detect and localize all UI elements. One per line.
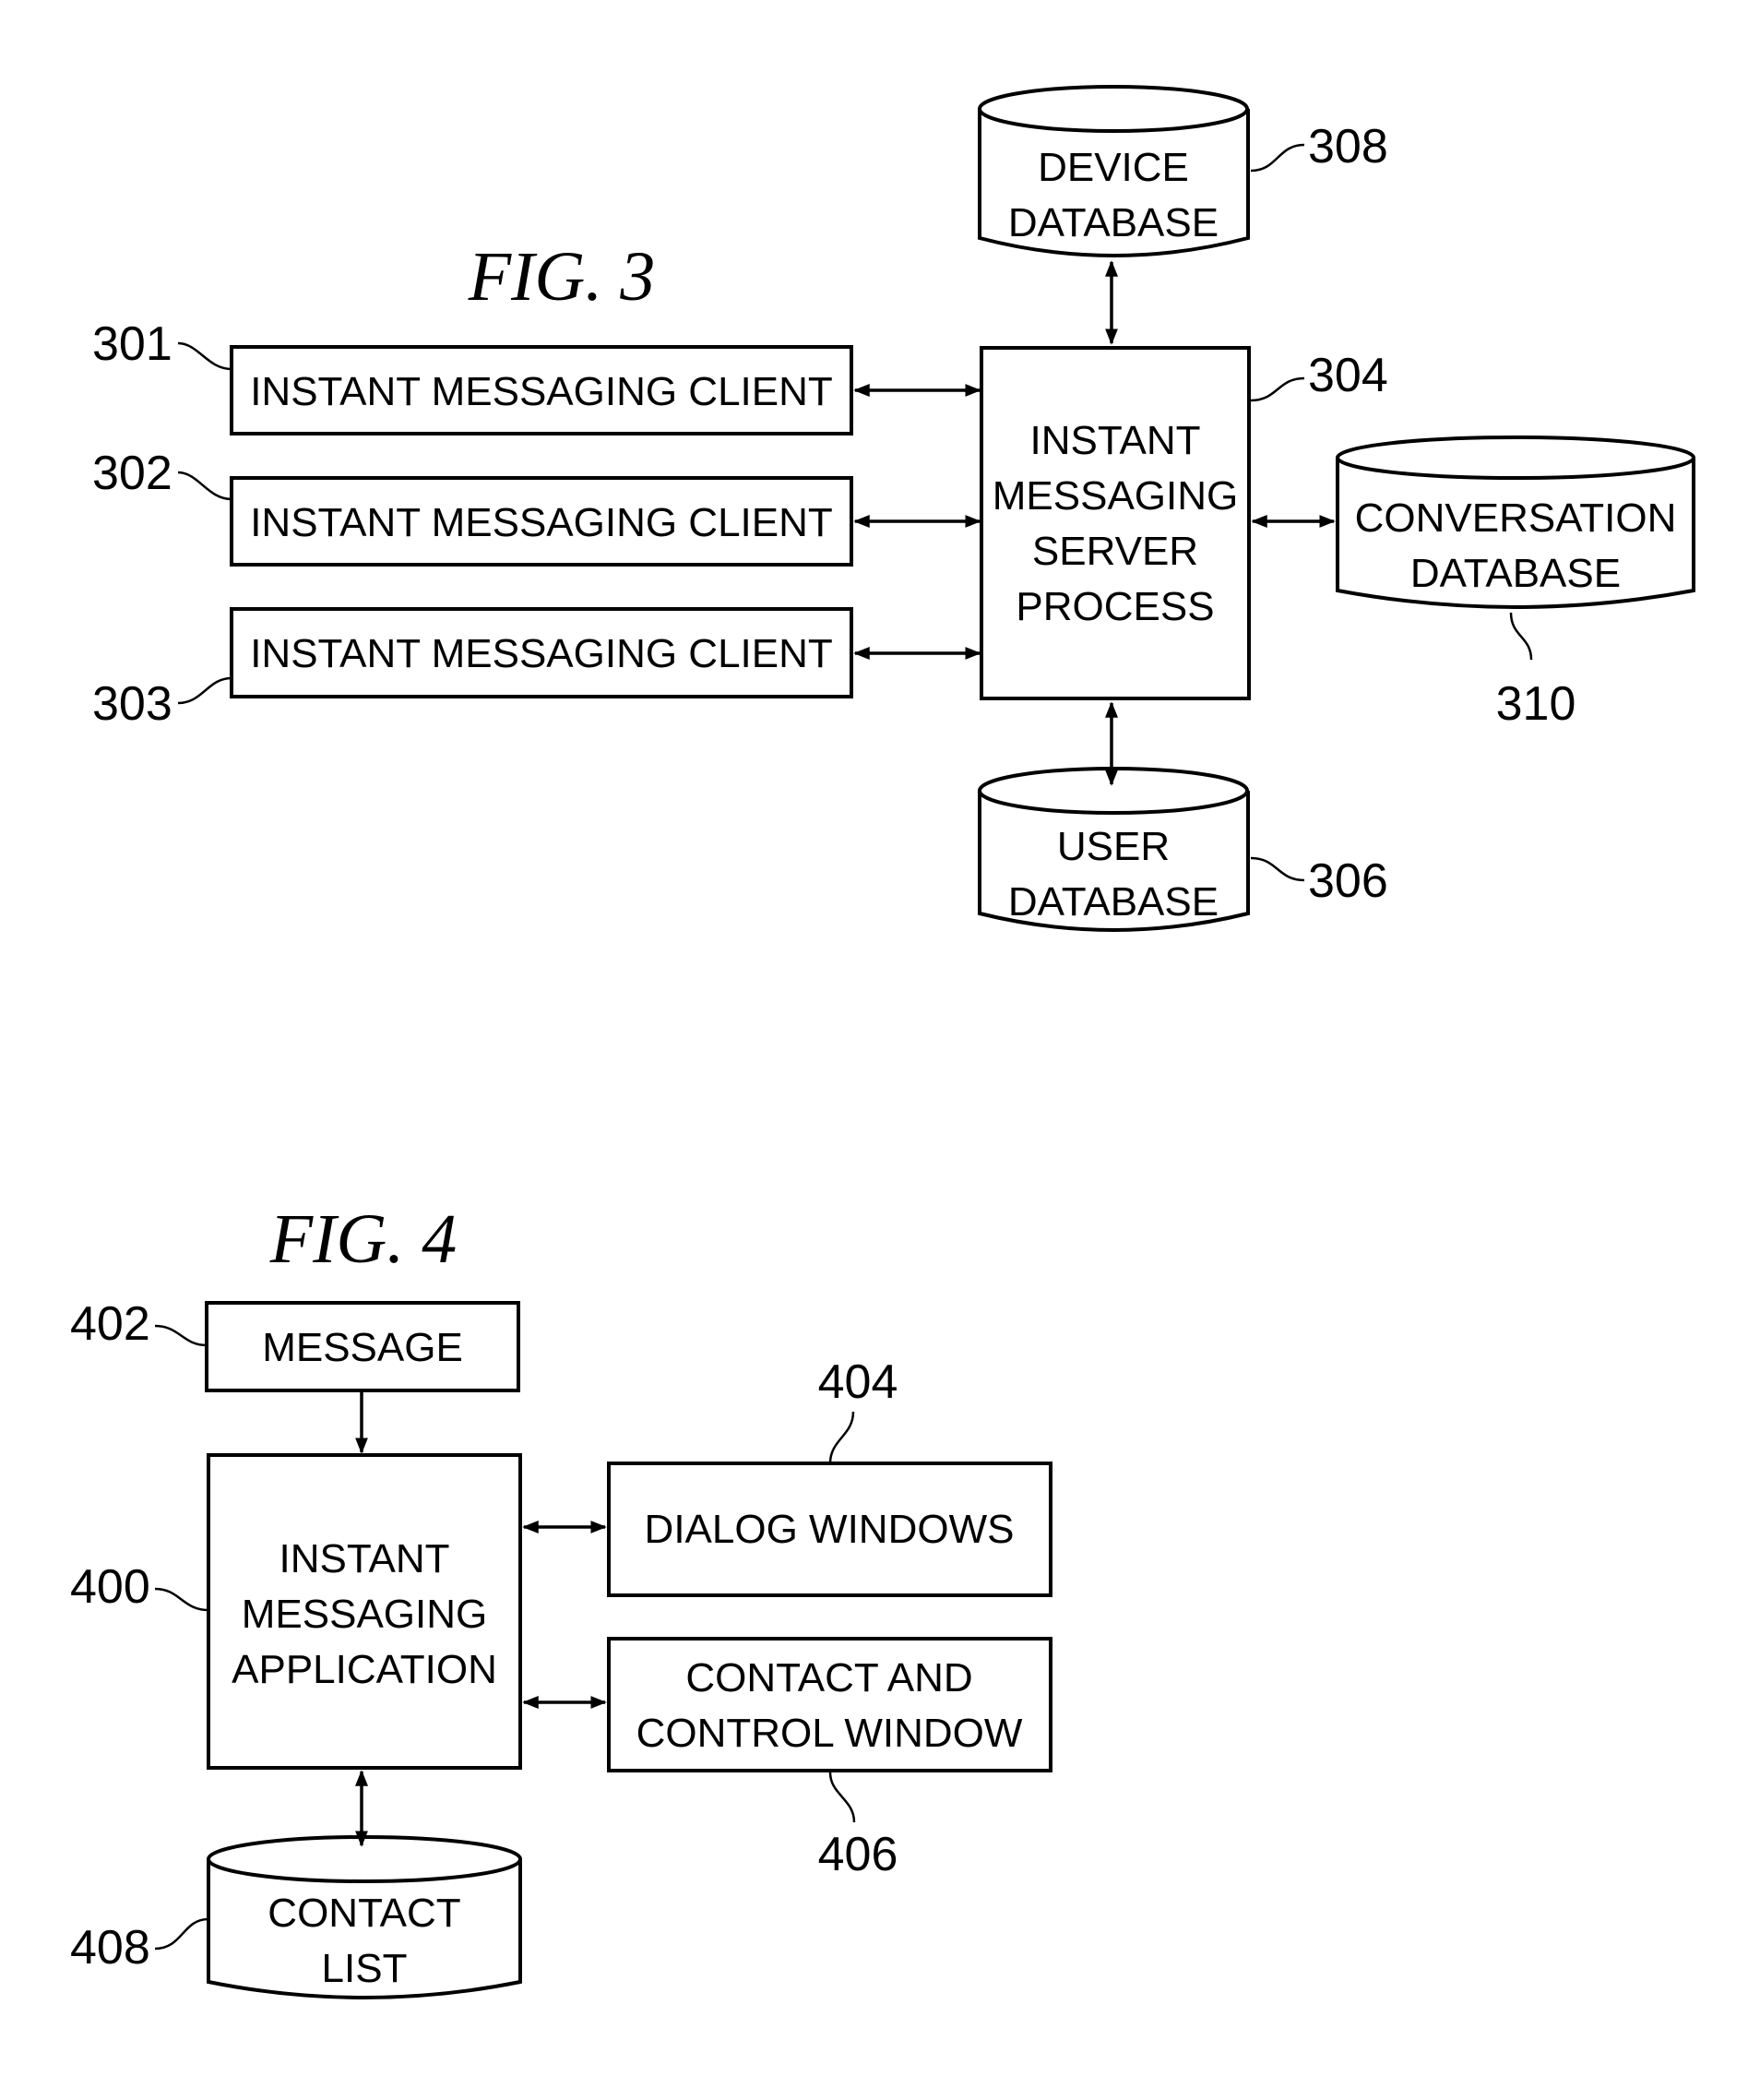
leader-302 <box>177 471 232 501</box>
dialog-windows-box: DIALOG WINDOWS <box>607 1462 1052 1597</box>
ref-302: 302 <box>92 447 172 500</box>
ref-408: 408 <box>70 1921 150 1975</box>
server-line-1: INSTANT <box>1030 418 1201 463</box>
ref-301: 301 <box>92 317 172 371</box>
conversation-db-line-2: DATABASE <box>1410 551 1621 596</box>
ref-406: 406 <box>818 1828 898 1881</box>
server-process-box: INSTANT MESSAGING SERVER PROCESS <box>980 346 1251 700</box>
client-box-301: INSTANT MESSAGING CLIENT <box>230 345 853 436</box>
contact-list-line-2: LIST <box>322 1946 408 1991</box>
device-database-cylinder: DEVICE DATABASE <box>978 85 1250 257</box>
leader-408 <box>154 1917 209 1951</box>
leader-304 <box>1250 376 1305 402</box>
client-label: INSTANT MESSAGING CLIENT <box>250 631 833 676</box>
contact-list-cylinder: CONTACT LIST <box>207 1835 522 1999</box>
ref-402: 402 <box>70 1297 150 1351</box>
leader-306 <box>1250 856 1305 882</box>
user-database-cylinder: USER DATABASE <box>978 767 1250 932</box>
fig3-title: FIG. 3 <box>468 238 656 316</box>
leader-406 <box>828 1772 856 1823</box>
client-box-302: INSTANT MESSAGING CLIENT <box>230 476 853 567</box>
contact-control-line-1: CONTACT AND <box>685 1655 972 1700</box>
contact-control-line-2: CONTROL WINDOW <box>636 1711 1023 1756</box>
device-db-line-2: DATABASE <box>1008 200 1219 245</box>
server-line-2: MESSAGING <box>993 473 1239 519</box>
dialog-label: DIALOG WINDOWS <box>645 1507 1015 1552</box>
server-line-3: SERVER <box>1032 529 1198 574</box>
contact-control-window-box: CONTACT AND CONTROL WINDOW <box>607 1637 1052 1772</box>
ref-308: 308 <box>1308 120 1388 173</box>
ref-404: 404 <box>818 1355 898 1409</box>
app-line-2: MESSAGING <box>242 1592 488 1637</box>
message-box: MESSAGE <box>205 1301 520 1392</box>
ref-310: 310 <box>1496 677 1576 731</box>
leader-310 <box>1509 612 1533 661</box>
user-db-line-1: USER <box>1057 824 1170 869</box>
app-line-1: INSTANT <box>279 1536 450 1581</box>
leader-303 <box>177 676 232 705</box>
user-db-line-2: DATABASE <box>1008 879 1219 925</box>
conversation-db-line-1: CONVERSATION <box>1355 495 1677 541</box>
ref-303: 303 <box>92 677 172 731</box>
app-line-3: APPLICATION <box>232 1647 497 1692</box>
client-label: INSTANT MESSAGING CLIENT <box>250 500 833 545</box>
leader-308 <box>1250 143 1305 173</box>
ref-306: 306 <box>1308 854 1388 908</box>
patent-figures: FIG. 3 INSTANT MESSAGING CLIENT INSTANT … <box>70 85 1695 1999</box>
client-label: INSTANT MESSAGING CLIENT <box>250 369 833 414</box>
ref-304: 304 <box>1308 349 1388 402</box>
device-db-line-1: DEVICE <box>1038 145 1189 190</box>
leader-404 <box>828 1411 855 1464</box>
client-box-303: INSTANT MESSAGING CLIENT <box>230 607 853 698</box>
leader-402 <box>154 1324 208 1347</box>
server-line-4: PROCESS <box>1016 584 1214 629</box>
fig4-title: FIG. 4 <box>269 1200 458 1278</box>
ref-400: 400 <box>70 1560 150 1614</box>
leader-301 <box>177 341 232 371</box>
leader-400 <box>154 1587 209 1612</box>
conversation-database-cylinder: CONVERSATION DATABASE <box>1336 436 1695 609</box>
im-application-box: INSTANT MESSAGING APPLICATION <box>207 1453 522 1770</box>
message-label: MESSAGE <box>262 1325 463 1370</box>
contact-list-line-1: CONTACT <box>268 1891 460 1936</box>
